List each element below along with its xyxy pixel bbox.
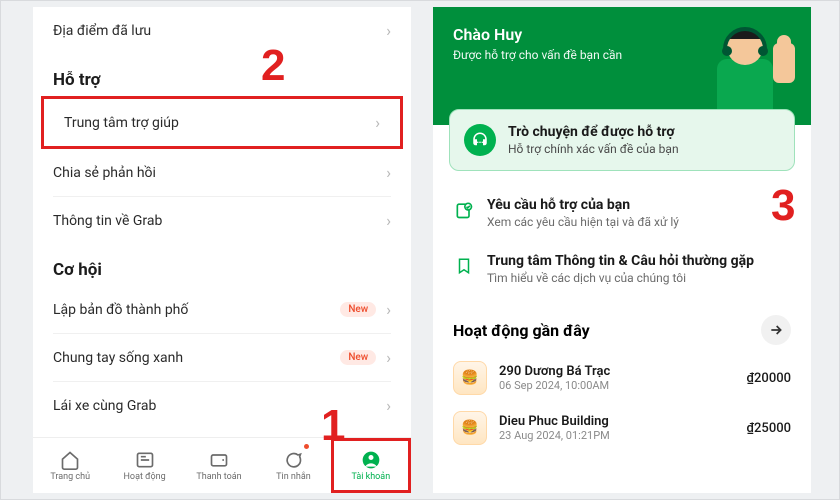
chevron-right-icon: ›	[386, 21, 391, 40]
live-green-row[interactable]: Chung tay sống xanh New ›	[33, 334, 411, 381]
wallet-icon	[209, 450, 229, 470]
help-center-row[interactable]: Trung tâm trợ giúp ›	[41, 96, 403, 149]
annotation-2: 2	[261, 41, 285, 91]
activity-name: Dieu Phuc Building	[499, 414, 610, 429]
nav-messages[interactable]: Tin nhắn	[256, 438, 330, 493]
message-icon	[283, 450, 303, 470]
chevron-right-icon: ›	[386, 300, 391, 319]
activity-name: 290 Dương Bá Trạc	[499, 364, 610, 379]
activity-price: ₫25000	[747, 421, 791, 436]
support-section-header: Hỗ trợ	[33, 54, 411, 96]
bookmark-icon	[453, 255, 475, 277]
about-grab-row[interactable]: Thông tin về Grab ›	[33, 197, 411, 244]
chevron-right-icon: ›	[386, 163, 391, 182]
new-badge: New	[340, 302, 376, 317]
chat-support-title: Trò chuyện để được hỗ trợ	[508, 124, 679, 140]
account-screen: Địa điểm đã lưu › Hỗ trợ Trung tâm trợ g…	[33, 7, 411, 493]
faq-row[interactable]: Trung tâm Thông tin & Câu hỏi thường gặp…	[433, 241, 811, 297]
see-all-button[interactable]	[761, 315, 791, 345]
bottom-nav: Trang chủ Hoạt động Thanh toán Tin nhắ	[33, 437, 411, 493]
recent-activity-header: Hoạt động gần đây	[433, 297, 811, 353]
annotation-3: 3	[771, 181, 795, 231]
ticket-icon	[453, 199, 475, 221]
chevron-right-icon: ›	[386, 348, 391, 367]
share-feedback-row[interactable]: Chia sẻ phản hồi ›	[33, 149, 411, 196]
home-icon	[60, 450, 80, 470]
nav-payment-label: Thanh toán	[196, 472, 241, 482]
nav-home-label: Trang chủ	[50, 472, 90, 482]
your-requests-subtitle: Xem các yêu cầu hiện tại và đã xử lý	[487, 215, 679, 229]
nav-payment[interactable]: Thanh toán	[182, 438, 256, 493]
nav-messages-label: Tin nhắn	[276, 472, 311, 482]
map-city-label: Lập bản đồ thành phố	[53, 302, 340, 318]
chevron-right-icon: ›	[386, 396, 391, 415]
chevron-right-icon: ›	[375, 113, 380, 132]
new-badge: New	[340, 350, 376, 365]
faq-title: Trung tâm Thông tin & Câu hỏi thường gặp	[487, 253, 754, 269]
activity-icon	[135, 450, 155, 470]
chevron-right-icon: ›	[386, 211, 391, 230]
help-center-label: Trung tâm trợ giúp	[64, 115, 375, 131]
map-city-row[interactable]: Lập bản đồ thành phố New ›	[33, 286, 411, 333]
activity-date: 06 Sep 2024, 10:00AM	[499, 379, 610, 392]
help-hero: Chào Huy Được hỗ trợ cho vấn đề bạn cần	[433, 7, 811, 125]
chat-headset-icon	[464, 124, 496, 156]
food-order-icon: 🍔	[453, 411, 487, 445]
nav-home[interactable]: Trang chủ	[33, 438, 107, 493]
about-grab-label: Thông tin về Grab	[53, 213, 386, 229]
nav-activity-label: Hoạt động	[124, 472, 166, 482]
saved-places-label: Địa điểm đã lưu	[53, 23, 386, 39]
annotation-1: 1	[321, 401, 345, 451]
activity-row[interactable]: 🍔 Dieu Phuc Building 23 Aug 2024, 01:21P…	[433, 403, 811, 453]
chat-support-card[interactable]: Trò chuyện để được hỗ trợ Hỗ trợ chính x…	[449, 109, 795, 171]
saved-places-row[interactable]: Địa điểm đã lưu ›	[33, 7, 411, 54]
activity-price: ₫20000	[747, 371, 791, 386]
activity-row[interactable]: 🍔 290 Dương Bá Trạc 06 Sep 2024, 10:00AM…	[433, 353, 811, 403]
nav-activity[interactable]: Hoạt động	[107, 438, 181, 493]
nav-account-label: Tài khoản	[351, 472, 390, 482]
account-icon	[361, 450, 381, 470]
drive-with-grab-row[interactable]: Lái xe cùng Grab ›	[33, 382, 411, 429]
your-requests-row[interactable]: Yêu cầu hỗ trợ của bạn Xem các yêu cầu h…	[433, 185, 811, 241]
recent-activity-title: Hoạt động gần đây	[453, 321, 590, 340]
food-order-icon: 🍔	[453, 361, 487, 395]
share-feedback-label: Chia sẻ phản hồi	[53, 165, 386, 181]
opportunity-section-header: Cơ hội	[33, 244, 411, 286]
faq-subtitle: Tìm hiểu về các dịch vụ của chúng tôi	[487, 271, 754, 285]
notification-dot-icon	[304, 444, 309, 449]
your-requests-title: Yêu cầu hỗ trợ của bạn	[487, 197, 679, 213]
live-green-label: Chung tay sống xanh	[53, 350, 340, 366]
help-screen: Chào Huy Được hỗ trợ cho vấn đề bạn cần	[433, 7, 811, 493]
chat-support-subtitle: Hỗ trợ chính xác vấn đề của bạn	[508, 142, 679, 156]
activity-date: 23 Aug 2024, 01:21PM	[499, 429, 610, 442]
